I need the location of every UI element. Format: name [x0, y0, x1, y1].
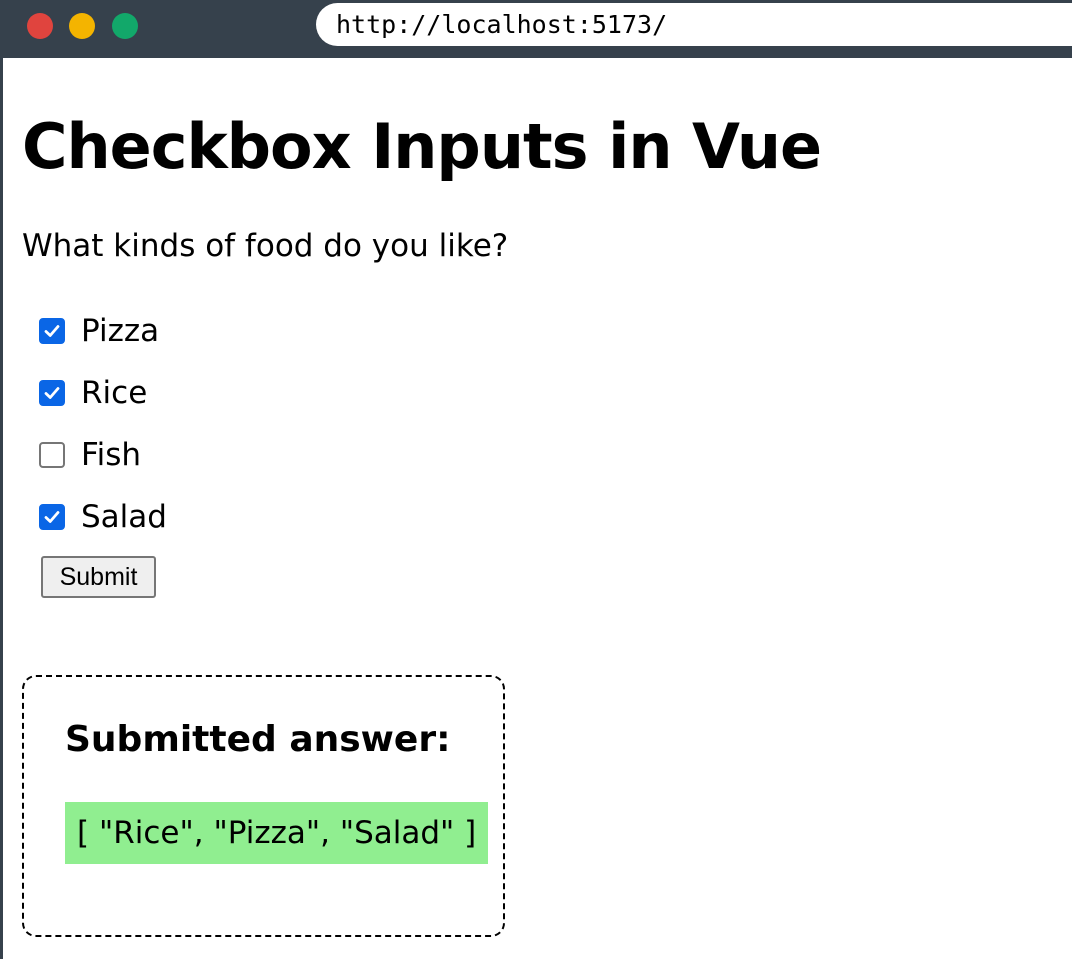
question-text: What kinds of food do you like? [22, 228, 509, 264]
option-pizza[interactable]: Pizza [39, 300, 1062, 362]
page-title: Checkbox Inputs in Vue [22, 110, 822, 183]
close-window-icon[interactable] [27, 13, 53, 39]
minimize-window-icon[interactable] [69, 13, 95, 39]
option-rice[interactable]: Rice [39, 362, 1062, 424]
checkmark-icon [44, 511, 60, 523]
rice-label[interactable]: Rice [81, 373, 147, 413]
address-url: http://localhost:5173/ [336, 10, 668, 39]
pizza-checkbox[interactable] [39, 318, 65, 344]
pizza-label[interactable]: Pizza [81, 311, 159, 351]
result-panel: Submitted answer: [ "Rice", "Pizza", "Sa… [22, 675, 505, 937]
salad-checkbox[interactable] [39, 504, 65, 530]
maximize-window-icon[interactable] [112, 13, 138, 39]
option-fish[interactable]: Fish [39, 424, 1062, 486]
salad-label[interactable]: Salad [81, 497, 167, 537]
fish-checkbox[interactable] [39, 442, 65, 468]
submit-button[interactable]: Submit [41, 556, 156, 598]
browser-toolbar: http://localhost:5173/ [0, 0, 1072, 58]
rice-checkbox[interactable] [39, 380, 65, 406]
fish-label[interactable]: Fish [81, 435, 141, 475]
checkmark-icon [44, 325, 60, 337]
submitted-answer-value: [ "Rice", "Pizza", "Salad" ] [65, 802, 489, 864]
address-bar[interactable]: http://localhost:5173/ [316, 3, 1072, 46]
option-salad[interactable]: Salad [39, 486, 1062, 548]
result-heading: Submitted answer: [65, 719, 451, 760]
checkmark-icon [44, 387, 60, 399]
browser-window: http://localhost:5173/ Checkbox Inputs i… [0, 0, 1072, 959]
page-content: Checkbox Inputs in Vue What kinds of foo… [22, 58, 1062, 937]
food-options: Pizza Rice Fish Salad [22, 300, 1062, 548]
